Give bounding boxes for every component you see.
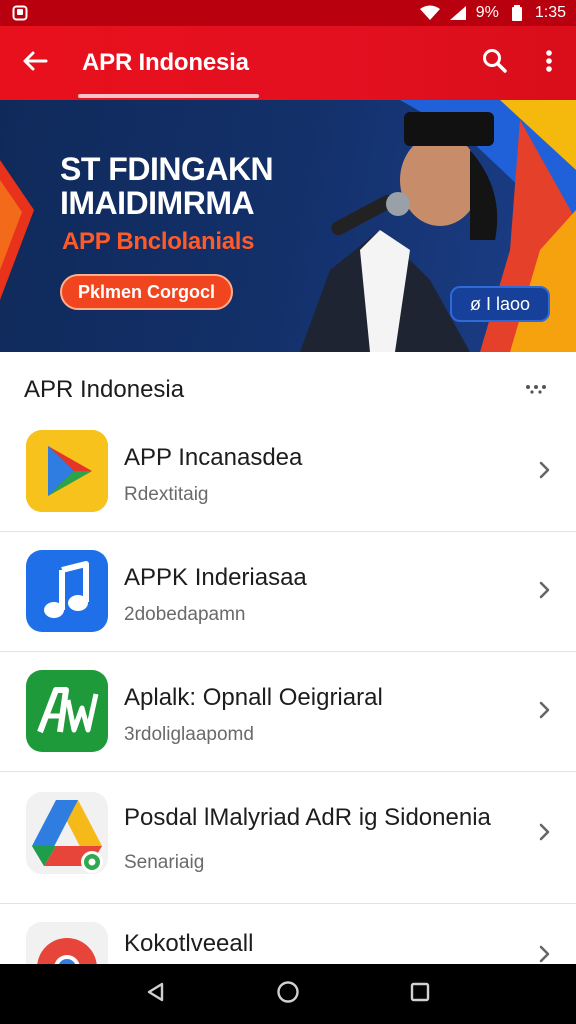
overflow-menu-button[interactable] [522,26,576,100]
tab-indicator [78,94,259,98]
signal-icon [448,5,468,21]
app-subtitle: 2dobedapamn [124,604,246,625]
banner-headline: ST FDINGAKN IMAIDIMRMA [60,151,274,221]
more-horizontal-icon [525,381,547,399]
list-item[interactable]: APPK Inderiasaa 2dobedapamn [0,532,576,652]
section-more-button[interactable] [520,374,552,406]
notification-icon [10,5,30,21]
app-title: Posdal lMalyriad AdR ig Sidonenia [124,804,491,831]
status-bar: 9% 1:35 [0,0,576,26]
banner-cta-button[interactable]: Pklmen Corgocl [60,274,234,310]
app-title: Aplalk: Opnall Oeigriaral [124,684,383,711]
banner-badge-button[interactable]: ø I laoo [450,286,550,322]
banner-subtitle: APP Bnclolanials [62,228,255,255]
app-title: APR Indonesia [82,49,249,76]
app-subtitle: Rdextitaig [124,484,209,505]
app-bar: APR Indonesia [0,26,576,100]
circle-home-icon [276,980,300,1009]
music-note-icon [26,550,108,632]
system-nav-bar [0,964,576,1024]
tab-app-title[interactable]: APR Indonesia [70,26,259,100]
list-item[interactable]: Aplalk: Opnall Oeigriaral 3rdoliglaapomd [0,652,576,772]
banner-headline-line2: IMAIDIMRMA [60,185,255,221]
nav-recents-button[interactable] [395,969,445,1019]
section-title: APR Indonesia [24,376,185,403]
back-button[interactable] [0,26,70,100]
search-button[interactable] [468,26,522,100]
triangle-back-icon [145,981,167,1008]
battery-percent: 9% [475,4,499,21]
app-subtitle: Senariaig [124,852,205,873]
app-subtitle: 3rdoliglaapomd [124,724,254,745]
list-item[interactable]: Kokotlveeall [0,904,576,964]
chevron-right-icon [534,822,554,842]
banner-headline-line1: ST FDINGAKN [60,151,274,187]
chevron-right-icon [534,700,554,720]
app-title: APP Incanasdea [124,444,303,471]
more-vertical-icon [545,49,553,78]
green-letters-icon [26,670,108,752]
square-recents-icon [410,982,430,1007]
app-title: APPK Inderiasaa [124,564,307,591]
chevron-right-icon [534,944,554,964]
chevron-right-icon [534,460,554,480]
nav-home-button[interactable] [263,969,313,1019]
nav-back-button[interactable] [131,969,181,1019]
arrow-left-icon [22,50,48,77]
play-store-icon [26,430,108,512]
clock: 1:35 [534,4,566,21]
chrome-icon [26,922,108,964]
list-item[interactable]: APP Incanasdea Rdextitaig [0,412,576,532]
wifi-icon [419,5,440,21]
app-title: Kokotlveeall [124,930,254,957]
battery-icon [507,5,527,21]
promo-banner[interactable]: ST FDINGAKN IMAIDIMRMA APP Bnclolanials … [0,100,576,352]
chevron-right-icon [534,580,554,600]
search-icon [482,48,508,79]
list-item[interactable]: Posdal lMalyriad AdR ig Sidonenia Senari… [0,772,576,904]
drive-triangle-icon [26,792,108,874]
